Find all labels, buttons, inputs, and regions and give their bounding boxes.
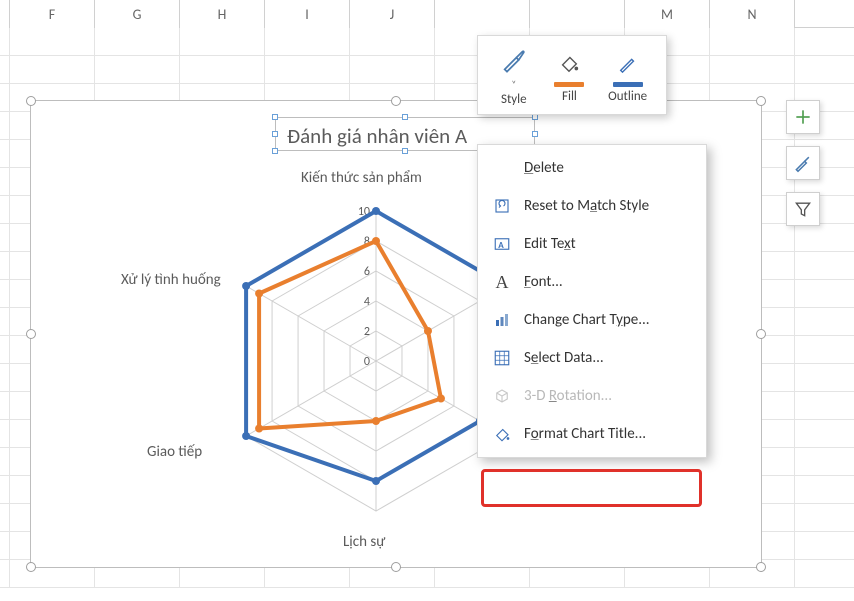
column-headers: F G H I J M N	[0, 0, 854, 28]
fill-label: Fill	[562, 89, 577, 104]
svg-text:4: 4	[364, 295, 370, 309]
col-H[interactable]: H	[180, 0, 265, 28]
brush-icon	[793, 153, 813, 173]
ctx-change-chart-type[interactable]: Change Chart Type...Change Chart Type...	[478, 301, 706, 339]
ctx-reset[interactable]: Reset to Match StyleReset to Match Style	[478, 187, 706, 225]
font-icon: A	[492, 272, 512, 292]
style-label: Style	[501, 92, 527, 107]
col-F[interactable]: F	[10, 0, 95, 28]
category-label: Lịch sự	[343, 533, 385, 551]
svg-text:2: 2	[364, 325, 370, 339]
resize-handle[interactable]	[26, 562, 36, 572]
chart-title[interactable]: Đánh giá nhân viên A	[281, 121, 473, 151]
chart-type-icon	[492, 310, 512, 330]
select-data-icon	[492, 348, 512, 368]
resize-handle[interactable]	[391, 96, 401, 106]
format-icon	[492, 424, 512, 444]
radar-chart[interactable]: 0246810	[81, 161, 501, 561]
col-K[interactable]	[435, 0, 530, 28]
blank-icon	[492, 158, 512, 178]
outline-button[interactable]: Outline	[608, 46, 647, 104]
resize-handle[interactable]	[756, 96, 766, 106]
reset-icon	[492, 196, 512, 216]
col-G[interactable]: G	[95, 0, 180, 28]
plus-icon	[793, 107, 813, 127]
outline-label: Outline	[608, 89, 647, 104]
category-label: Xử lý tình huống	[121, 271, 221, 289]
ctx-3d-rotation: 3-D Rotation...3-D Rotation...	[478, 377, 706, 415]
col-J[interactable]: J	[350, 0, 435, 28]
svg-text:A: A	[498, 240, 504, 251]
category-label: Kiến thức sản phẩm	[301, 169, 422, 187]
pen-icon	[611, 46, 645, 80]
bucket-icon	[552, 46, 586, 80]
brush-icon	[497, 43, 531, 77]
chart-styles-button[interactable]	[786, 146, 820, 180]
ctx-edit-text[interactable]: A Edit TextEdit Text	[478, 225, 706, 263]
resize-handle[interactable]	[756, 329, 766, 339]
chart-side-buttons	[786, 100, 820, 226]
chart-elements-button[interactable]	[786, 100, 820, 134]
resize-handle[interactable]	[756, 562, 766, 572]
ctx-font[interactable]: A Font...Font...	[478, 263, 706, 301]
cube-icon	[492, 386, 512, 406]
ctx-format-chart-title[interactable]: Format Chart Title...Format Chart Title.…	[478, 415, 706, 453]
mini-toolbar: ˅ Style Fill Outline	[477, 35, 667, 115]
textbox-icon: A	[492, 234, 512, 254]
fill-button[interactable]: Fill	[552, 46, 586, 104]
svg-text:6: 6	[364, 265, 370, 279]
ctx-select-data[interactable]: Select Data...Select Data...	[478, 339, 706, 377]
svg-text:0: 0	[364, 355, 370, 369]
col-L[interactable]	[530, 0, 625, 28]
chart-filters-button[interactable]	[786, 192, 820, 226]
context-menu: DeleteDelete Reset to Match StyleReset t…	[477, 144, 707, 458]
ctx-delete[interactable]: DeleteDelete	[478, 149, 706, 187]
col-M[interactable]: M	[625, 0, 710, 28]
resize-handle[interactable]	[26, 329, 36, 339]
col-N[interactable]: N	[710, 0, 795, 28]
category-label: Giao tiếp	[147, 443, 202, 461]
col-I[interactable]: I	[265, 0, 350, 28]
resize-handle[interactable]	[391, 562, 401, 572]
resize-handle[interactable]	[26, 96, 36, 106]
funnel-icon	[793, 199, 813, 219]
style-button[interactable]: ˅ Style	[497, 43, 531, 107]
